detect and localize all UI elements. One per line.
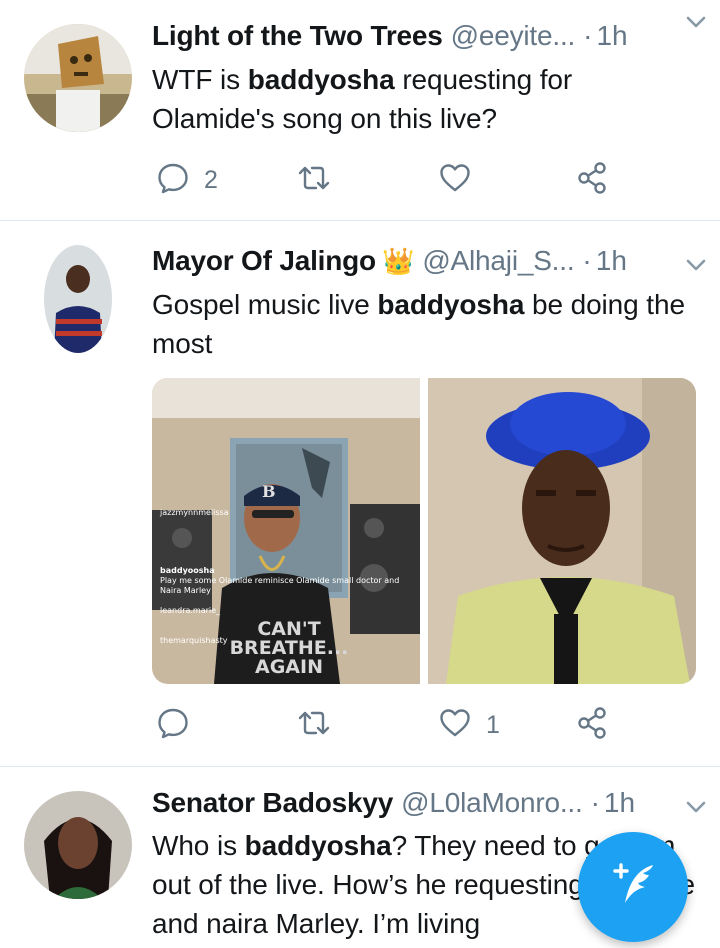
display-name[interactable]: Light of the Two Trees — [152, 20, 443, 52]
reply-icon — [156, 706, 190, 745]
share-icon — [576, 706, 610, 745]
mention-baddyosha: baddyosha — [377, 289, 525, 320]
crown-emoji: 👑 — [381, 245, 415, 276]
retweet-button[interactable] — [296, 705, 346, 745]
share-button[interactable] — [576, 705, 610, 745]
separator-dot: · — [582, 245, 592, 276]
separator-dot: · — [583, 20, 593, 51]
tweet[interactable]: Light of the Two Trees @eeyite... · 1h W… — [0, 0, 720, 221]
timestamp[interactable]: 1h — [596, 20, 627, 52]
like-button[interactable]: 1 — [438, 705, 500, 745]
retweet-icon — [296, 161, 332, 200]
timestamp[interactable]: 1h — [596, 245, 627, 277]
tweet-actions: 1 — [152, 705, 622, 745]
media-photo-live-stream[interactable]: jazzmynnmelissa baddyoosha Play me some … — [152, 378, 420, 684]
like-button[interactable] — [438, 160, 486, 200]
avatar[interactable] — [44, 245, 112, 353]
retweet-icon — [296, 706, 332, 745]
reply-button[interactable]: 2 — [156, 160, 218, 200]
tweet-text: Gospel music live baddyosha be doing the… — [152, 289, 685, 359]
tweet-text: WTF is baddyosha requesting for Olamide'… — [152, 64, 573, 134]
chevron-down-icon[interactable] — [682, 8, 710, 36]
user-handle[interactable]: @eeyite... — [451, 20, 576, 52]
reply-icon — [156, 161, 190, 200]
live-comment: baddyoosha Play me some Olamide reminisc… — [160, 566, 400, 595]
heart-icon — [438, 706, 472, 745]
share-icon — [576, 161, 610, 200]
mention-baddyosha: baddyosha — [244, 830, 392, 861]
compose-tweet-button[interactable] — [578, 832, 688, 942]
cap-logo: B — [262, 482, 276, 501]
display-name[interactable]: Senator Badoskyy — [152, 787, 393, 819]
chevron-down-icon[interactable] — [682, 251, 710, 279]
reply-count: 2 — [204, 165, 218, 194]
user-handle[interactable]: @L0laMonro... — [401, 787, 583, 819]
share-button[interactable] — [576, 160, 610, 200]
heart-icon — [438, 161, 472, 200]
mention-baddyosha: baddyosha — [247, 64, 395, 95]
reply-button[interactable] — [156, 705, 204, 745]
separator-dot: · — [590, 787, 600, 818]
timestamp[interactable]: 1h — [604, 787, 635, 819]
compose-tweet-icon — [605, 857, 661, 918]
user-handle[interactable]: @Alhaji_S... — [422, 245, 574, 277]
tweet-media: jazzmynnmelissa baddyoosha Play me some … — [152, 378, 696, 684]
avatar[interactable] — [24, 24, 132, 132]
like-count: 1 — [486, 710, 500, 739]
avatar[interactable] — [24, 791, 132, 899]
shirt-print: CAN'T BREATHE... AGAIN — [229, 618, 349, 678]
chevron-down-icon[interactable] — [682, 793, 710, 821]
media-photo-portrait[interactable] — [428, 378, 696, 684]
live-comment: themarquishasty — [160, 636, 228, 645]
retweet-button[interactable] — [296, 160, 346, 200]
live-comment: jazzmynnmelissa — [160, 508, 229, 517]
display-name[interactable]: Mayor Of Jalingo — [152, 245, 376, 277]
live-comment: leandra.marie_ — [160, 606, 221, 615]
tweet-actions: 2 — [152, 160, 622, 200]
